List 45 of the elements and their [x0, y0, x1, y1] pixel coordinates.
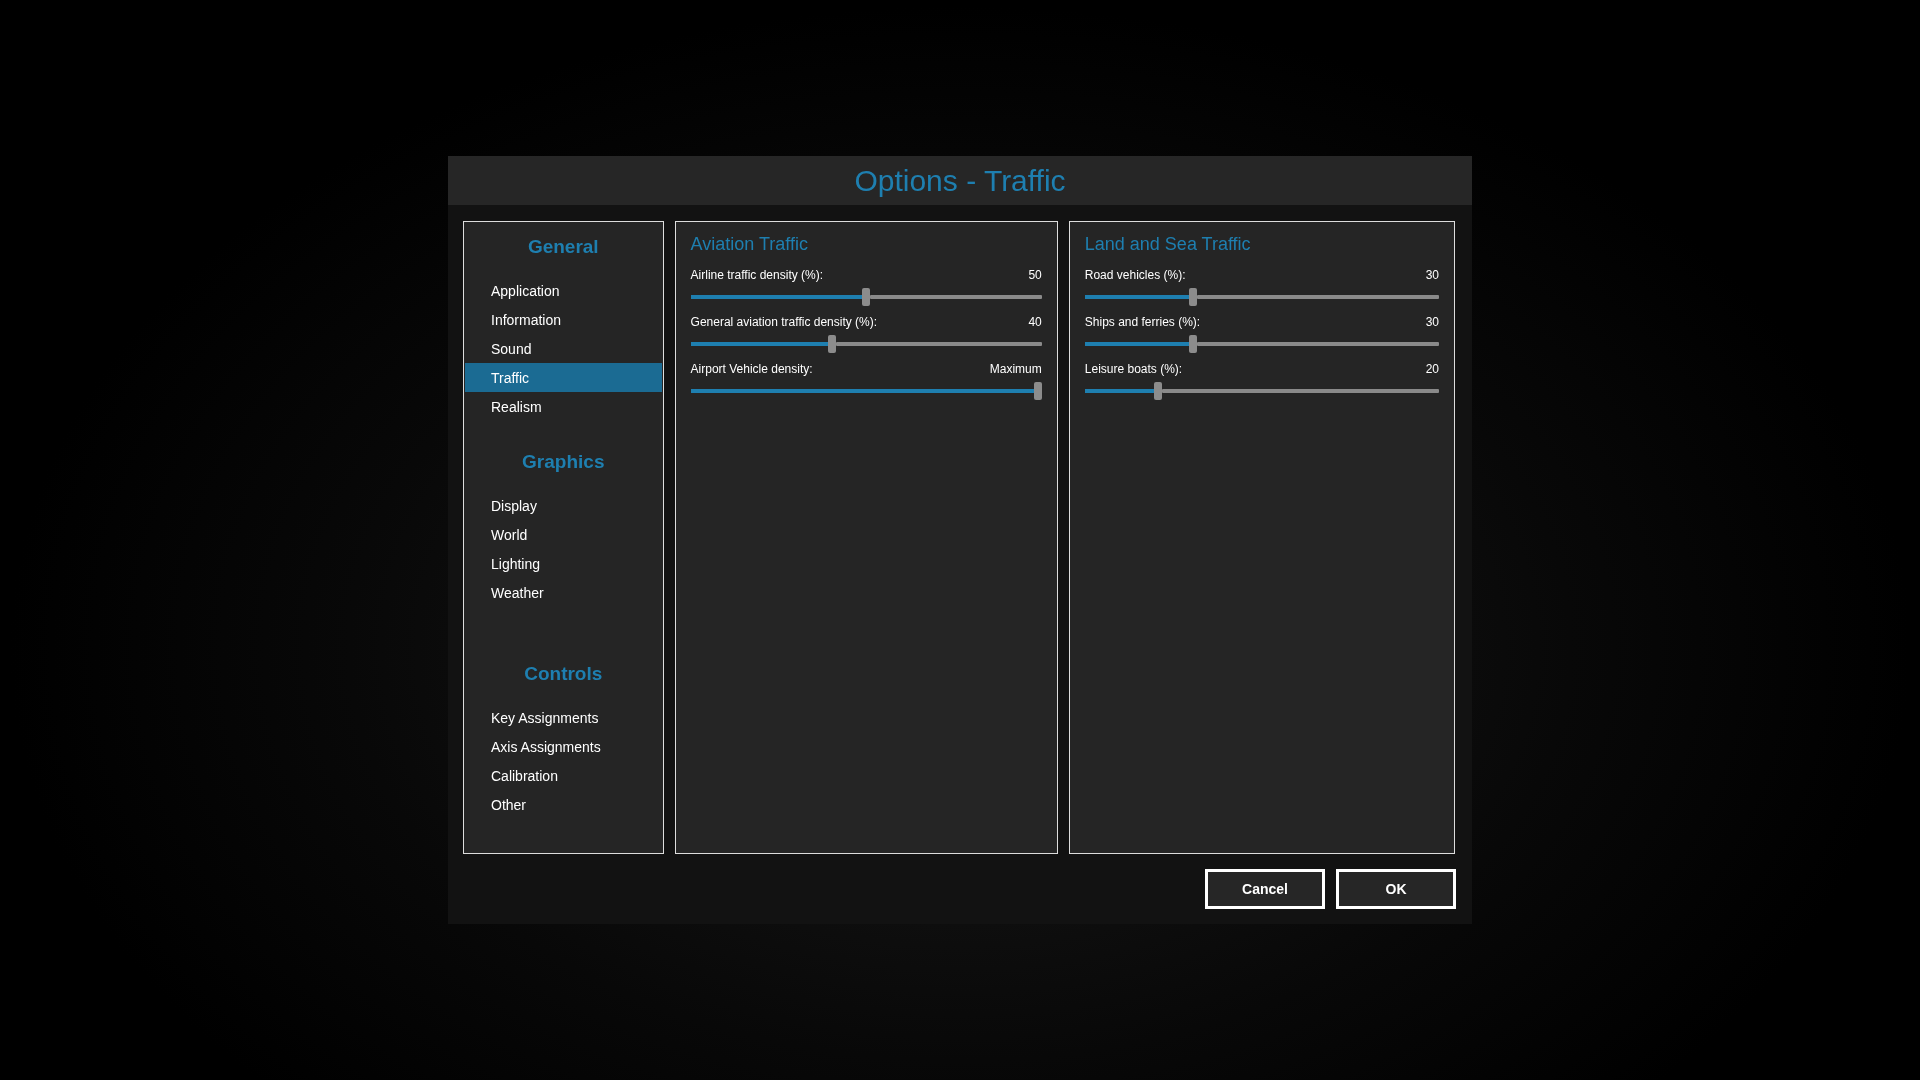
slider-label: Road vehicles (%):	[1084, 268, 1186, 282]
sidebar-heading: Graphics	[521, 451, 606, 473]
window-title: Options - Traffic	[854, 163, 1066, 198]
slider[interactable]	[1084, 288, 1439, 306]
slider-thumb[interactable]	[862, 288, 871, 306]
slider-value: 30	[1425, 315, 1439, 329]
slider-value: 50	[1028, 268, 1042, 282]
cancel-button[interactable]: Cancel	[1205, 869, 1325, 909]
sidebar-item[interactable]: Realism	[465, 392, 662, 421]
slider-thumb[interactable]	[827, 335, 836, 353]
slider[interactable]	[1084, 335, 1439, 353]
slider-label: General aviation traffic density (%):	[690, 315, 878, 329]
slider[interactable]	[1084, 382, 1439, 400]
slider-label: Leisure boats (%):	[1084, 362, 1183, 376]
sidebar-item[interactable]: Sound	[465, 334, 662, 363]
slider[interactable]	[690, 382, 1042, 400]
sidebar-item[interactable]: Axis Assignments	[465, 732, 662, 761]
sidebar-item[interactable]: Lighting	[465, 549, 662, 578]
slider-thumb[interactable]	[1188, 335, 1197, 353]
slider-label: Airline traffic density (%):	[690, 268, 824, 282]
slider-value: 30	[1425, 268, 1439, 282]
slider-value: 40	[1028, 315, 1042, 329]
sidebar-item[interactable]: Key Assignments	[465, 703, 662, 732]
slider-label: Airport Vehicle density:	[690, 362, 813, 376]
slider-thumb[interactable]	[1188, 288, 1197, 306]
slider[interactable]	[690, 288, 1042, 306]
sidebar-item[interactable]: Other	[465, 790, 662, 819]
sidebar-item[interactable]: Application	[465, 276, 662, 305]
sidebar-heading: General	[526, 236, 600, 258]
sidebar-item[interactable]: Display	[465, 491, 662, 520]
sidebar-item[interactable]: World	[465, 520, 662, 549]
panel-title: Aviation Traffic	[690, 234, 809, 255]
sidebar-item[interactable]: Traffic	[465, 363, 662, 392]
slider-value: Maximum	[989, 362, 1042, 376]
sidebar-item[interactable]: Information	[465, 305, 662, 334]
slider-value: 20	[1425, 362, 1439, 376]
sidebar-item[interactable]: Weather	[465, 578, 662, 607]
panel-title: Land and Sea Traffic	[1084, 234, 1252, 255]
slider[interactable]	[690, 335, 1042, 353]
ok-button[interactable]: OK	[1336, 869, 1456, 909]
slider-thumb[interactable]	[1154, 382, 1162, 400]
sidebar-heading: Controls	[523, 663, 604, 685]
slider-thumb[interactable]	[1033, 382, 1042, 400]
slider-label: Ships and ferries (%):	[1084, 315, 1201, 329]
sidebar-item[interactable]: Calibration	[465, 761, 662, 790]
